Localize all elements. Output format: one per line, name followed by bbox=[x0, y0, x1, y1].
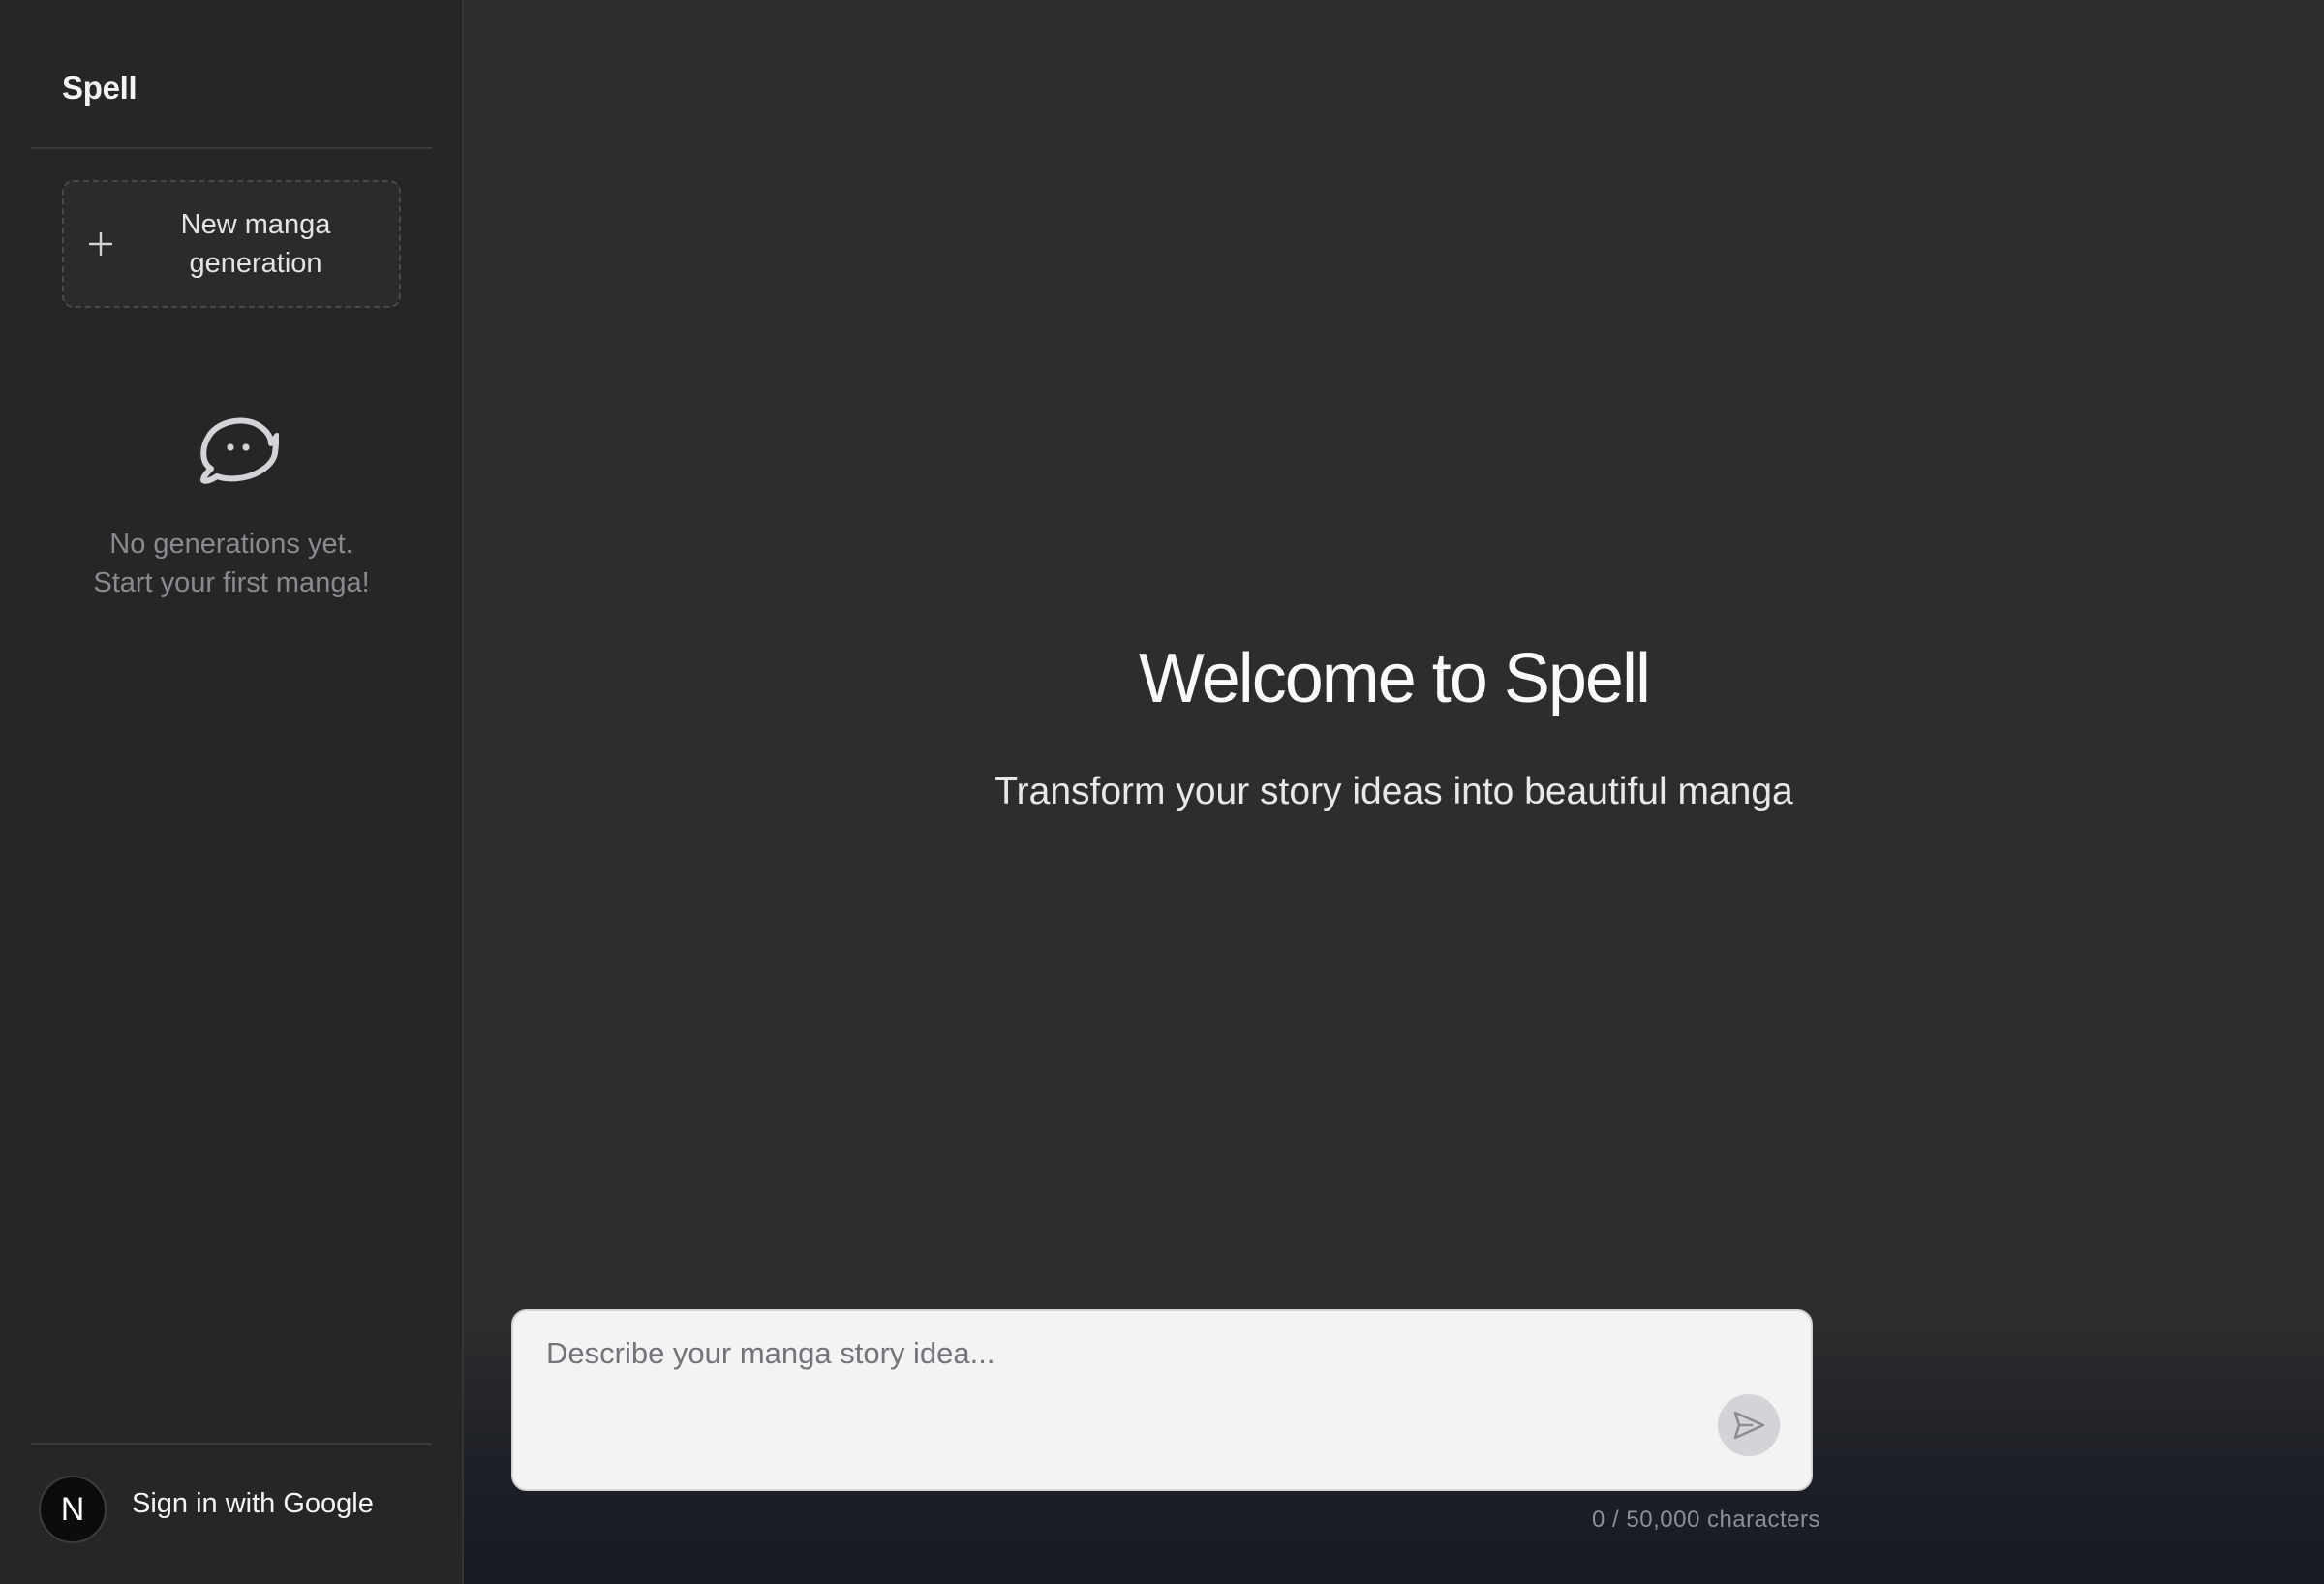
sidebar: Spell New manga generation No generation… bbox=[0, 0, 464, 1584]
new-manga-generation-label: New manga generation bbox=[180, 209, 331, 279]
avatar: N bbox=[39, 1476, 107, 1543]
character-count: 0 / 50,000 characters bbox=[1592, 1507, 1820, 1533]
chat-bubble-face-icon bbox=[200, 417, 279, 484]
story-composer bbox=[511, 1309, 1813, 1491]
send-icon bbox=[1733, 1411, 1765, 1440]
new-manga-generation-button[interactable]: New manga generation bbox=[62, 180, 401, 308]
sidebar-bottom-divider bbox=[31, 1443, 432, 1445]
plus-icon bbox=[88, 231, 113, 257]
welcome-subtitle: Transform your story ideas into beautifu… bbox=[994, 771, 1793, 812]
welcome-title: Welcome to Spell bbox=[1139, 640, 1651, 717]
app-window: Spell New manga generation No generation… bbox=[0, 0, 2324, 1584]
app-brand: Spell bbox=[62, 70, 138, 106]
sidebar-top-divider bbox=[31, 147, 432, 149]
empty-state-line1: No generations yet. bbox=[109, 529, 353, 560]
empty-state-message: No generations yet. Start your first man… bbox=[31, 525, 432, 602]
sign-in-with-google-button[interactable]: N Sign in with Google bbox=[39, 1476, 374, 1543]
empty-state-line2: Start your first manga! bbox=[93, 567, 370, 598]
sign-in-label: Sign in with Google bbox=[132, 1487, 374, 1519]
story-idea-input[interactable] bbox=[544, 1332, 1706, 1410]
send-button[interactable] bbox=[1718, 1394, 1780, 1456]
main-panel: Welcome to Spell Transform your story id… bbox=[464, 0, 2324, 1584]
